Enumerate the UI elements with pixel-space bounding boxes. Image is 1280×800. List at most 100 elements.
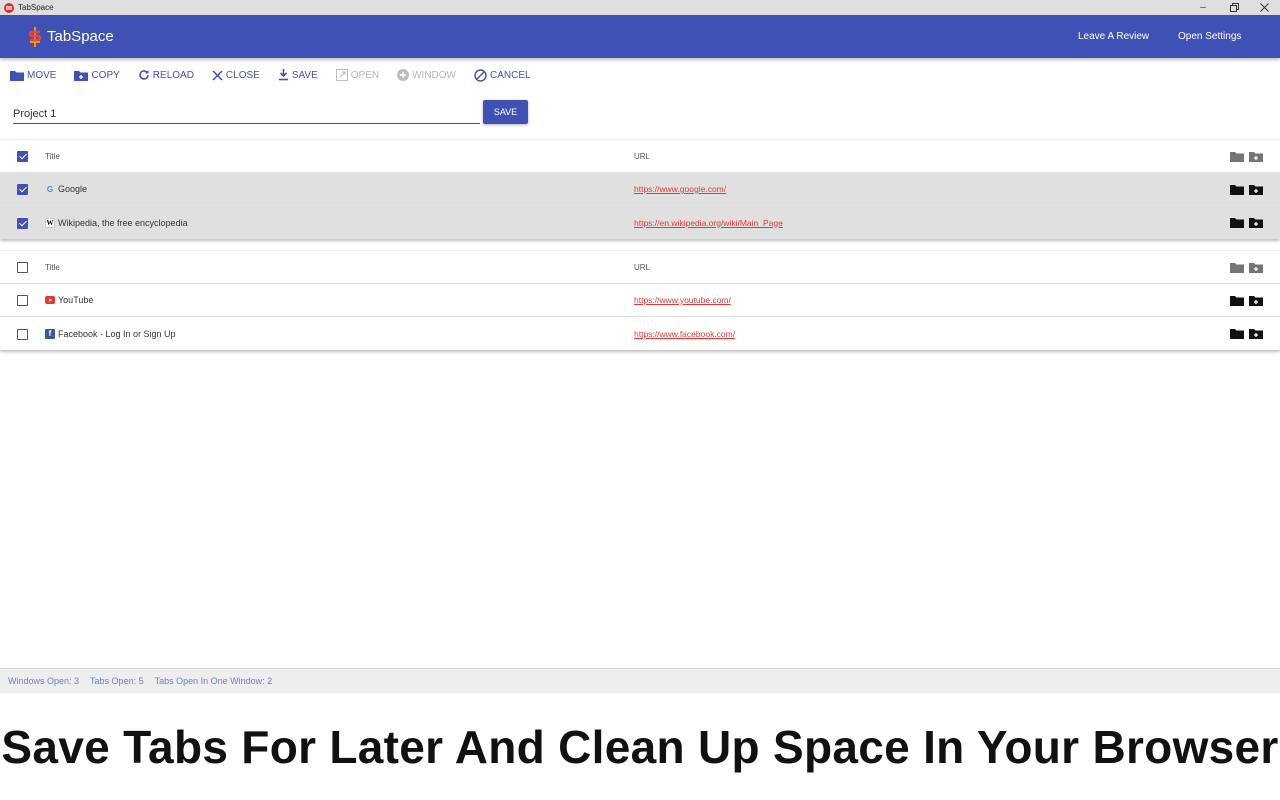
table-header-row: Title URL: [0, 140, 1280, 173]
tab-title: Facebook - Log In or Sign Up: [58, 328, 176, 339]
row-checkbox[interactable]: [17, 328, 28, 340]
move-label: MOVE: [27, 69, 57, 81]
row-title: G Google: [45, 173, 87, 205]
action-toolbar: MOVE COPY RELOAD CLOSE SAVE OPEN WINDOW …: [10, 65, 549, 85]
save-label: SAVE: [291, 69, 318, 81]
window-label: WINDOW: [412, 69, 456, 81]
row-url: https://en.wikipedia.org/wiki/Main_Page: [634, 206, 783, 239]
copy-button[interactable]: COPY: [74, 69, 120, 81]
header-actions: [1230, 261, 1263, 273]
cancel-label: CANCEL: [490, 69, 531, 81]
folder-add-icon[interactable]: [1249, 151, 1263, 162]
row-title: YouTube: [45, 284, 93, 316]
open-external-icon: [335, 69, 348, 81]
tab-title: Google: [58, 184, 88, 194]
folder-icon: [10, 70, 24, 81]
open-label: OPEN: [350, 69, 380, 81]
cancel-button[interactable]: CANCEL: [474, 68, 531, 82]
row-actions: [1230, 217, 1263, 229]
tab-group-1: Title URL G Google https://www.google.co…: [0, 140, 1280, 239]
tabs-open-count: Tabs Open: 5: [90, 676, 144, 686]
row-url: https://www.youtube.com/: [634, 284, 731, 316]
add-circle-icon: [397, 69, 410, 81]
row-title: f Facebook - Log In or Sign Up: [45, 317, 176, 350]
row-title: W Wikipedia, the free encyclopedia: [45, 206, 188, 239]
open-settings-button[interactable]: Open Settings: [1178, 15, 1241, 58]
folder-icon[interactable]: [1230, 151, 1244, 162]
move-button[interactable]: MOVE: [10, 70, 56, 81]
google-icon: G: [46, 184, 54, 194]
tab-url-link[interactable]: https://en.wikipedia.org/wiki/Main_Page: [634, 218, 783, 228]
row-actions: [1230, 183, 1263, 195]
restore-button[interactable]: [1224, 0, 1244, 15]
restore-icon: [1229, 3, 1239, 12]
folder-add-icon[interactable]: [1249, 295, 1263, 306]
header-actions: [1230, 150, 1263, 162]
table-row[interactable]: YouTube https://www.youtube.com/: [0, 284, 1280, 317]
row-checkbox[interactable]: [17, 217, 28, 229]
tabs-one-window-count: Tabs Open In One Window: 2: [154, 676, 273, 686]
close-tabs-button[interactable]: CLOSE: [212, 70, 260, 81]
reload-icon: [139, 70, 149, 80]
windows-open-count: Windows Open: 3: [8, 676, 80, 686]
folder-add-icon: [74, 70, 89, 81]
save-name-button[interactable]: SAVE: [483, 100, 528, 124]
brand-name: TabSpace: [47, 28, 114, 45]
row-url: https://www.google.com/: [634, 173, 726, 205]
title-column-header: Title: [45, 151, 60, 161]
window-titlebar: TabSpace: [0, 0, 1280, 15]
folder-icon[interactable]: [1230, 328, 1244, 339]
status-bar: Windows Open: 3 Tabs Open: 5 Tabs Open I…: [0, 668, 1280, 693]
minimize-button[interactable]: –: [1193, 0, 1213, 15]
close-icon: [212, 69, 223, 81]
table-row[interactable]: f Facebook - Log In or Sign Up https://w…: [0, 317, 1280, 350]
download-icon: [278, 69, 288, 81]
folder-icon[interactable]: [1230, 262, 1244, 273]
save-tabs-button[interactable]: SAVE: [278, 69, 318, 81]
tab-url-link[interactable]: https://www.facebook.com/: [634, 329, 735, 339]
window-button[interactable]: WINDOW: [397, 69, 456, 81]
app-bar: TabSpace Leave A Review Open Settings: [0, 15, 1280, 58]
leave-review-button[interactable]: Leave A Review: [1078, 15, 1149, 58]
wikipedia-icon: W: [45, 217, 55, 228]
folder-add-icon[interactable]: [1249, 217, 1263, 228]
title-column-header: Title: [45, 262, 60, 272]
cancel-icon: [474, 68, 487, 82]
tab-group-2: Title URL YouTube https://www.youtube.co…: [0, 251, 1280, 350]
select-all-checkbox[interactable]: [17, 151, 28, 162]
row-actions: [1230, 328, 1263, 340]
tab-url-link[interactable]: https://www.google.com/: [634, 184, 726, 194]
row-url: https://www.facebook.com/: [634, 317, 735, 350]
folder-add-icon[interactable]: [1249, 184, 1263, 195]
folder-add-icon[interactable]: [1249, 262, 1263, 273]
tabspace-logo-icon: [28, 26, 42, 47]
table-row[interactable]: W Wikipedia, the free encyclopedia https…: [0, 206, 1280, 239]
row-checkbox[interactable]: [17, 295, 28, 306]
select-all-checkbox[interactable]: [17, 262, 28, 273]
tab-url-link[interactable]: https://www.youtube.com/: [634, 295, 731, 305]
open-button[interactable]: OPEN: [335, 69, 380, 81]
tab-title: Wikipedia, the free encyclopedia: [58, 217, 188, 228]
window-title: TabSpace: [18, 3, 54, 12]
folder-icon[interactable]: [1230, 295, 1244, 306]
folder-add-icon[interactable]: [1249, 328, 1263, 339]
group-name-input[interactable]: Project 1: [13, 104, 480, 124]
reload-label: RELOAD: [152, 69, 194, 81]
folder-icon[interactable]: [1230, 184, 1244, 195]
table-header-row: Title URL: [0, 251, 1280, 284]
url-column-header: URL: [634, 151, 651, 161]
close-label: CLOSE: [225, 69, 260, 81]
close-window-button[interactable]: [1254, 0, 1274, 15]
app-icon: [4, 2, 14, 13]
youtube-icon: [45, 296, 55, 304]
reload-button[interactable]: RELOAD: [138, 69, 194, 81]
row-actions: [1230, 294, 1263, 306]
url-column-header: URL: [634, 262, 651, 272]
brand[interactable]: TabSpace: [28, 26, 114, 47]
copy-label: COPY: [91, 69, 120, 81]
row-checkbox[interactable]: [17, 184, 28, 195]
tab-title: YouTube: [58, 295, 94, 305]
folder-icon[interactable]: [1230, 217, 1244, 228]
table-row[interactable]: G Google https://www.google.com/: [0, 173, 1280, 206]
facebook-icon: f: [45, 328, 55, 339]
